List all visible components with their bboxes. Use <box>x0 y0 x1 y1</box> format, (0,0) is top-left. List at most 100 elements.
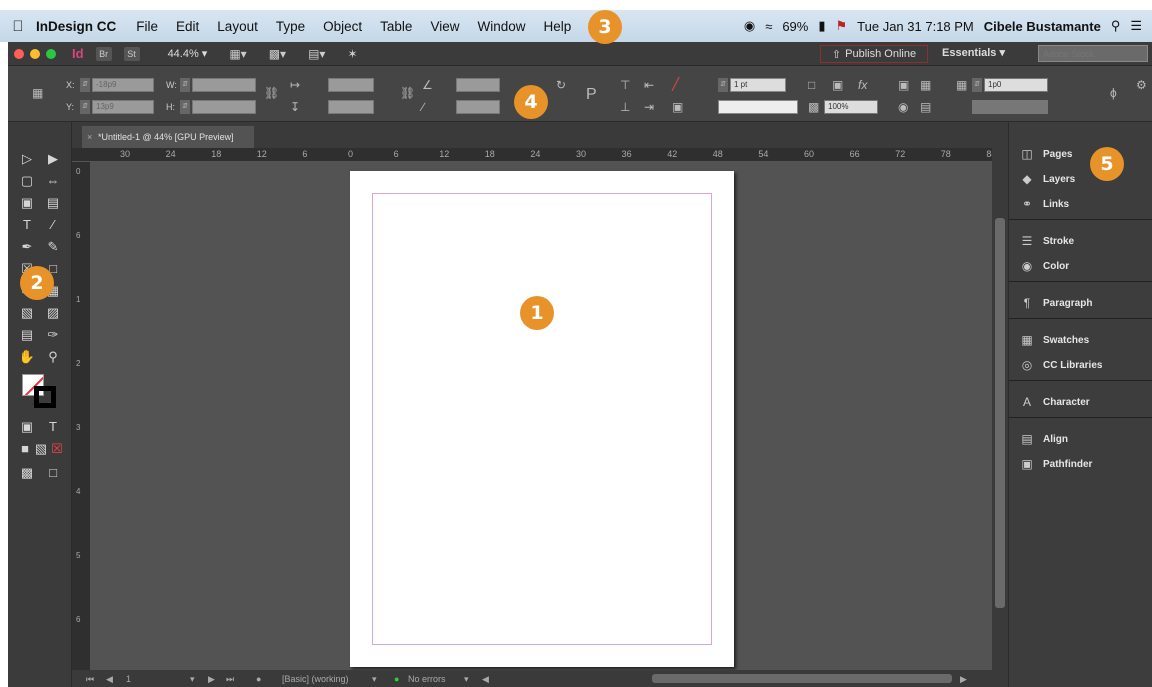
auto-fit-icon[interactable]: ◉ <box>898 100 908 114</box>
screen-mode-icon[interactable]: ▩▾ <box>269 47 286 61</box>
minimize-window-button[interactable] <box>30 48 40 59</box>
view-options-icon[interactable]: ▦▾ <box>229 47 246 61</box>
constrain-scale-icon[interactable]: ⛓ <box>400 86 415 100</box>
rotate-icon[interactable]: ↻ <box>556 78 566 92</box>
shear-icon[interactable]: ∕ <box>422 100 424 114</box>
content-collector-icon[interactable]: ▣ <box>16 194 38 212</box>
panel-color[interactable]: ◉ Color <box>1019 256 1069 276</box>
fill-none-swatch-icon[interactable]: ╱ <box>672 77 679 91</box>
profile-chevron-icon[interactable]: ▾ <box>372 674 377 685</box>
preflight-profile[interactable]: [Basic] (working) <box>282 674 349 684</box>
screen-mode-tool-icon[interactable]: □ <box>42 464 64 482</box>
reference-point-icon[interactable]: ▦ <box>32 86 43 100</box>
drop-shadow-icon[interactable]: □ <box>808 78 815 92</box>
size-stepper[interactable]: ⇵ <box>972 78 982 92</box>
stroke-weight-field[interactable]: 1 pt <box>730 78 786 92</box>
effects-icon[interactable]: ▣ <box>832 78 843 92</box>
note-tool-icon[interactable]: ▤ <box>16 326 38 344</box>
scroll-right-icon[interactable]: ▶ <box>960 674 967 685</box>
close-window-button[interactable] <box>14 48 24 59</box>
constrain-proportions-icon[interactable]: ⛓ <box>264 86 279 100</box>
stroke-type-select[interactable] <box>718 100 798 114</box>
wrap-around-icon[interactable]: ▦ <box>920 78 931 92</box>
vertical-scroll-thumb[interactable] <box>995 218 1005 608</box>
stock-button[interactable]: St <box>123 46 140 61</box>
menu-view[interactable]: View <box>430 19 459 34</box>
panel-cc-libraries[interactable]: ◎ CC Libraries <box>1019 355 1103 375</box>
page-menu-chevron-icon[interactable]: ▾ <box>190 674 195 685</box>
opacity-icon[interactable]: ▩ <box>808 100 819 114</box>
panel-align[interactable]: ▤ Align <box>1019 429 1068 449</box>
formatting-text-icon[interactable]: T <box>42 418 64 436</box>
select-next-icon[interactable]: ⇥ <box>644 100 654 114</box>
first-page-icon[interactable]: ⏮ <box>86 674 94 685</box>
normal-view-mode-icon[interactable]: ▩ <box>16 464 38 482</box>
menu-layout[interactable]: Layout <box>217 19 258 34</box>
gradient-swatch-tool-icon[interactable]: ▧ <box>16 304 38 322</box>
menu-app-name[interactable]: InDesign CC <box>36 19 116 34</box>
scroll-left-icon[interactable]: ◀ <box>482 674 489 685</box>
type-tool-icon[interactable]: T <box>16 216 38 234</box>
open-document-icon[interactable]: ● <box>256 674 261 684</box>
w-stepper[interactable]: ⇵ <box>180 78 190 92</box>
panel-stroke[interactable]: ☰ Stroke <box>1019 231 1075 251</box>
panel-pages[interactable]: ◫ Pages <box>1019 144 1072 164</box>
gpu-performance-icon[interactable]: ✶ <box>347 47 357 61</box>
creative-cloud-icon[interactable]: ◉ <box>744 18 755 34</box>
rotation-field[interactable] <box>456 78 500 92</box>
fill-stroke-swatch[interactable] <box>22 374 56 408</box>
datetime[interactable]: Tue Jan 31 7:18 PM <box>857 19 974 34</box>
horizontal-scroll-thumb[interactable] <box>652 674 952 683</box>
panel-paragraph[interactable]: ¶ Paragraph <box>1019 293 1093 313</box>
document-page[interactable] <box>350 171 734 667</box>
stroke-swatch-icon[interactable]: ▣ <box>672 100 683 114</box>
rotation-icon[interactable]: ∠ <box>422 78 433 92</box>
scale-y-field[interactable] <box>328 100 374 114</box>
battery-status[interactable]: 69% <box>782 19 808 34</box>
menu-type[interactable]: Type <box>276 19 305 34</box>
previous-page-icon[interactable]: ◀ <box>106 674 113 685</box>
y-position-field[interactable]: 13p9 <box>92 100 154 114</box>
gradient-feather-tool-icon[interactable]: ▨ <box>42 304 64 322</box>
pasteboard[interactable] <box>90 162 992 670</box>
h-stepper[interactable]: ⇵ <box>180 100 190 114</box>
user-name[interactable]: Cibele Bustamante <box>984 19 1101 34</box>
close-tab-icon[interactable]: × <box>87 126 92 148</box>
select-container-icon[interactable]: ⊤ <box>620 78 630 92</box>
menu-help[interactable]: Help <box>543 19 571 34</box>
gap-tool-icon[interactable]: ⇔ <box>42 172 64 190</box>
opacity-field[interactable]: 100% <box>824 100 878 114</box>
vertical-ruler[interactable]: 06123456 <box>72 162 90 670</box>
menu-table[interactable]: Table <box>380 19 412 34</box>
pen-tool-icon[interactable]: ✒ <box>16 238 38 256</box>
horizontal-ruler[interactable]: 3024181260612182430364248546066727884 <box>72 148 996 162</box>
style-select[interactable] <box>972 100 1048 114</box>
wifi-icon[interactable]: ≈ <box>765 19 772 34</box>
next-page-icon[interactable]: ▶ <box>208 674 215 685</box>
last-page-icon[interactable]: ⏭ <box>226 674 234 685</box>
size-field[interactable]: 1p0 <box>984 78 1048 92</box>
document-tab[interactable]: × *Untitled-1 @ 44% [GPU Preview] <box>82 126 254 148</box>
menu-file[interactable]: File <box>136 19 158 34</box>
arrange-documents-icon[interactable]: ▤▾ <box>308 47 325 61</box>
stroke-weight-stepper[interactable]: ⇵ <box>718 78 728 92</box>
selection-tool-icon[interactable]: ▷ <box>16 150 38 168</box>
content-placer-icon[interactable]: ▤ <box>42 194 64 212</box>
page-number-field[interactable]: 1 <box>126 674 131 684</box>
panel-character[interactable]: A Character <box>1019 392 1090 412</box>
direct-selection-tool-icon[interactable]: ▶ <box>42 150 64 168</box>
bridge-button[interactable]: Br <box>95 46 112 61</box>
panel-menu-icon[interactable]: ⚙ <box>1136 78 1147 92</box>
pencil-tool-icon[interactable]: ✎ <box>42 238 64 256</box>
battery-icon[interactable]: ▮ <box>818 18 825 34</box>
panel-links[interactable]: ⚭ Links <box>1019 194 1069 214</box>
eyedropper-tool-icon[interactable]: ✑ <box>42 326 64 344</box>
line-tool-icon[interactable]: ∕ <box>42 216 64 234</box>
menu-object[interactable]: Object <box>323 19 362 34</box>
fx-icon[interactable]: fx <box>858 78 867 92</box>
panel-pathfinder[interactable]: ▣ Pathfinder <box>1019 454 1092 474</box>
apply-none-icon[interactable]: ☒ <box>46 440 68 458</box>
zoom-tool-icon[interactable]: ⚲ <box>42 348 64 366</box>
apple-icon[interactable]:  <box>0 18 36 35</box>
flag-icon[interactable]: ⚑ <box>836 18 848 34</box>
